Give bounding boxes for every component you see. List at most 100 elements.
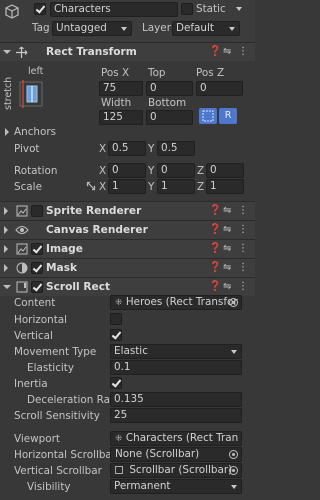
foldout-arrow-icon[interactable] — [3, 285, 11, 289]
tag-dropdown[interactable]: Untagged — [52, 21, 132, 36]
viewport-object-field[interactable]: ⁜ Characters (Rect Tran — [110, 431, 242, 446]
rot-x-field[interactable]: 0 — [108, 163, 146, 178]
constrain-proportions-icon[interactable] — [85, 180, 97, 195]
rect-transform-small-icon: ⁜ — [115, 298, 123, 308]
movement-type-dropdown[interactable]: Elastic — [110, 344, 242, 359]
rot-y-axis: Y — [148, 165, 155, 177]
rotation-label: Rotation — [14, 165, 58, 177]
help-icon[interactable]: ❓ — [209, 262, 221, 274]
visibility-dropdown[interactable]: Permanent — [110, 479, 242, 494]
header-icons: ❓ ⇋ ⋮ — [205, 262, 249, 274]
help-icon[interactable]: ❓ — [209, 205, 221, 217]
pivot-x-field[interactable]: 0.5 — [108, 141, 146, 156]
anchor-preset-button[interactable] — [16, 78, 46, 110]
rot-z-axis: Z — [197, 165, 205, 177]
horizontal-label: Horizontal — [14, 314, 68, 326]
preset-icon[interactable]: ⇋ — [223, 46, 231, 58]
help-icon[interactable]: ❓ — [209, 243, 221, 255]
foldout-arrow-icon[interactable] — [4, 264, 8, 272]
header-icons: ❓ ⇋ ⋮ — [205, 224, 249, 236]
menu-icon[interactable]: ⋮ — [238, 243, 248, 255]
preset-icon[interactable]: ⇋ — [223, 224, 231, 236]
sprite-renderer-icon — [16, 205, 28, 220]
static-toggle[interactable] — [181, 3, 193, 15]
tag-label: Tag — [32, 22, 50, 34]
scroll-sensitivity-field[interactable]: 25 — [110, 408, 242, 423]
scale-x-field[interactable]: 1 — [108, 179, 146, 194]
vertical-toggle[interactable] — [110, 329, 122, 341]
elasticity-label: Elasticity — [27, 362, 75, 374]
foldout-arrow-icon[interactable] — [3, 50, 11, 54]
bottom-col-label: Bottom — [148, 97, 187, 109]
rect-transform-header[interactable]: Rect Transform ❓ ⇋ ⋮ — [0, 42, 255, 61]
header-icons: ❓ ⇋ ⋮ — [205, 205, 249, 217]
menu-icon[interactable]: ⋮ — [238, 46, 248, 58]
preset-icon[interactable]: ⇋ — [223, 281, 231, 293]
gameobject-cube-icon — [4, 4, 20, 23]
raw-edit-button[interactable]: R — [219, 108, 237, 124]
component-title: Canvas Renderer — [46, 224, 148, 236]
gameobject-name-field[interactable]: Characters — [50, 2, 178, 17]
horizontal-toggle[interactable] — [110, 313, 122, 325]
scale-z-field[interactable]: 1 — [206, 179, 244, 194]
menu-icon[interactable]: ⋮ — [238, 262, 248, 274]
foldout-arrow-icon[interactable] — [4, 226, 8, 234]
width-field[interactable]: 125 — [99, 110, 143, 125]
inertia-toggle[interactable] — [110, 377, 122, 389]
object-picker-icon[interactable] — [229, 298, 238, 307]
help-icon[interactable]: ❓ — [209, 281, 221, 293]
content-object-field[interactable]: ⁜ Heroes (Rect Transfor — [110, 295, 242, 310]
horizontal-scrollbar-label: Horizontal Scrollbar — [14, 449, 117, 461]
sprite-renderer-header[interactable]: Sprite Renderer ❓ ⇋ ⋮ — [0, 201, 255, 220]
deceleration-rate-field[interactable]: 0.135 — [110, 392, 242, 407]
pivot-y-field[interactable]: 0.5 — [157, 141, 195, 156]
pos-x-field[interactable]: 75 — [99, 81, 143, 96]
foldout-arrow-icon[interactable] — [4, 207, 8, 215]
blueprint-mode-button[interactable] — [199, 108, 217, 124]
menu-icon[interactable]: ⋮ — [238, 281, 248, 293]
image-header[interactable]: Image ❓ ⇋ ⋮ — [0, 239, 255, 258]
preset-icon[interactable]: ⇋ — [223, 262, 231, 274]
vertical-scrollbar-label: Vertical Scrollbar — [14, 465, 102, 477]
layer-dropdown[interactable]: Default — [172, 21, 240, 36]
mask-header[interactable]: Mask ❓ ⇋ ⋮ — [0, 258, 255, 277]
help-icon[interactable]: ❓ — [209, 46, 221, 58]
viewport-label: Viewport — [14, 433, 60, 445]
pos-z-field[interactable]: 0 — [196, 81, 243, 96]
menu-icon[interactable]: ⋮ — [238, 205, 248, 217]
component-title: Image — [46, 243, 83, 255]
top-field[interactable]: 0 — [146, 81, 193, 96]
object-picker-icon[interactable] — [229, 450, 238, 459]
preset-icon[interactable]: ⇋ — [223, 243, 231, 255]
elasticity-field[interactable]: 0.1 — [110, 360, 242, 375]
image-enabled-toggle[interactable] — [31, 243, 43, 255]
anchors-foldout-icon[interactable] — [5, 128, 9, 136]
preset-icon[interactable]: ⇋ — [223, 205, 231, 217]
rot-x-axis: X — [99, 165, 107, 177]
scale-y-field[interactable]: 1 — [157, 179, 195, 194]
scale-y-axis: Y — [148, 181, 155, 193]
scale-x-axis: X — [99, 181, 107, 193]
scale-z-axis: Z — [197, 181, 205, 193]
rot-y-field[interactable]: 0 — [157, 163, 195, 178]
static-dropdown[interactable] — [232, 2, 246, 16]
image-icon — [16, 243, 28, 258]
scroll-rect-header[interactable]: Scroll Rect ❓ ⇋ ⋮ — [0, 277, 255, 296]
rot-z-field[interactable]: 0 — [206, 163, 244, 178]
active-toggle[interactable] — [34, 3, 46, 15]
horizontal-scrollbar-field[interactable]: None (Scrollbar) — [110, 447, 242, 462]
bottom-field[interactable]: 0 — [146, 110, 193, 125]
top-col-label: Top — [148, 67, 166, 79]
mask-enabled-toggle[interactable] — [31, 262, 43, 274]
horizontal-scrollbar-value: None (Scrollbar) — [115, 448, 200, 460]
width-col-label: Width — [101, 97, 132, 109]
foldout-arrow-icon[interactable] — [4, 245, 8, 253]
vertical-scrollbar-field[interactable]: Scrollbar (Scrollbar) — [110, 463, 242, 478]
sprite-renderer-enabled-toggle[interactable] — [31, 205, 43, 217]
object-picker-icon[interactable] — [229, 466, 238, 475]
pivot-label: Pivot — [14, 143, 40, 155]
canvas-renderer-header[interactable]: Canvas Renderer ❓ ⇋ ⋮ — [0, 220, 255, 239]
menu-icon[interactable]: ⋮ — [238, 224, 248, 236]
scroll-rect-enabled-toggle[interactable] — [31, 281, 43, 293]
help-icon[interactable]: ❓ — [209, 224, 221, 236]
